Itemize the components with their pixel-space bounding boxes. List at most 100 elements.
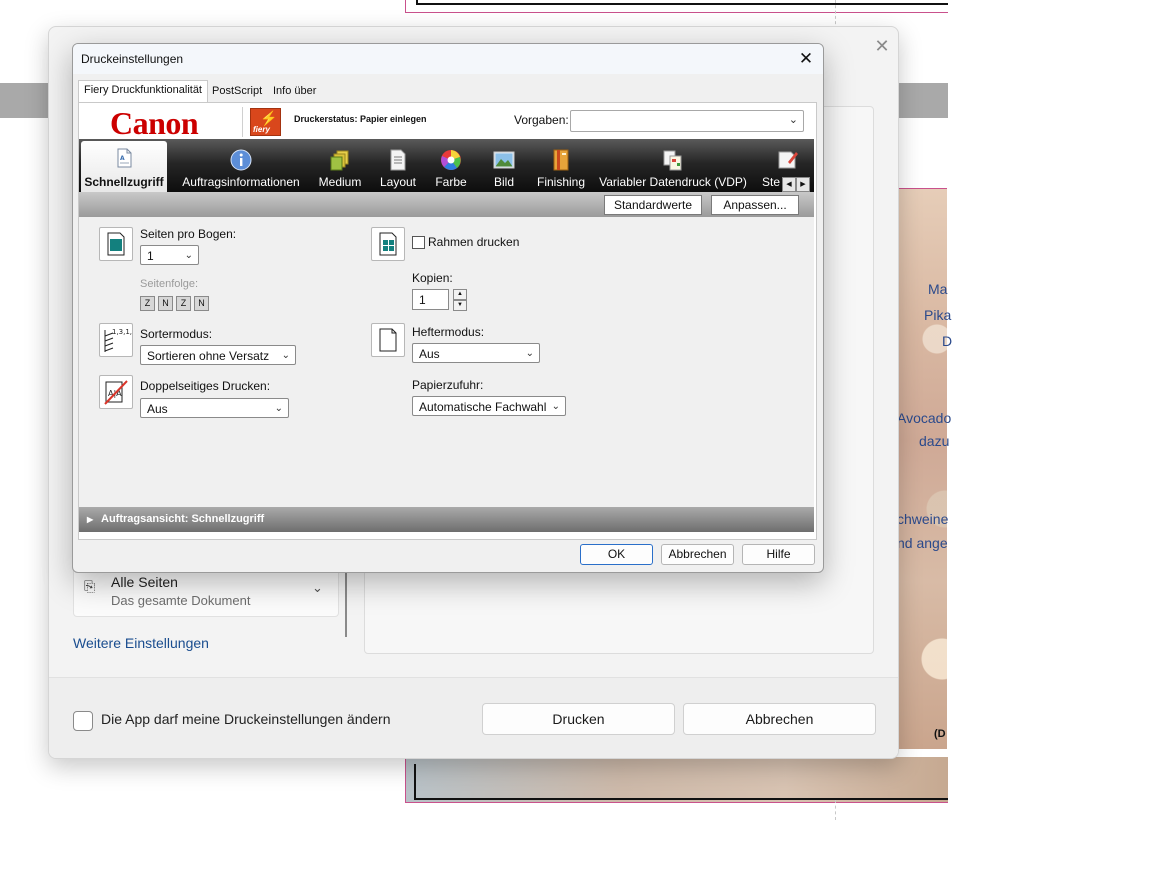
page-order-option[interactable]: Z [140, 296, 155, 311]
stamp-icon [778, 151, 798, 169]
chevron-down-icon: ⌄ [312, 580, 323, 595]
print-frame-icon [371, 227, 405, 261]
document-text: chweine [897, 511, 949, 527]
copies-decrement[interactable]: ▼ [453, 300, 467, 311]
print-frame-checkbox[interactable] [412, 236, 425, 249]
pages-icon: ⎘ [84, 578, 96, 594]
nav-media[interactable]: Medium [315, 139, 365, 192]
tab-panel: Canon ⚡ fiery Druckerstatus: Papier einl… [78, 102, 817, 540]
document-text: Pika [924, 307, 952, 323]
document-photo [897, 188, 947, 749]
vdp-icon [663, 150, 682, 171]
tab-postscript[interactable]: PostScript [207, 82, 267, 101]
document-text: Ma [928, 281, 948, 297]
tab-fiery[interactable]: Fiery Druckfunktionalität [78, 80, 208, 103]
close-button[interactable]: ✕ [793, 46, 819, 72]
page-order-option[interactable]: N [158, 296, 173, 311]
expand-arrow-icon: ▶ [87, 515, 94, 524]
duplex-label: Doppelseitiges Drucken: [140, 379, 271, 393]
document-text: D [942, 333, 953, 349]
stapler-label: Heftermodus: [412, 325, 485, 339]
nav-image[interactable]: Bild [482, 139, 526, 192]
paper-stack-icon [330, 150, 349, 171]
print-frame-label: Rahmen drucken [428, 235, 520, 249]
customize-button[interactable]: Anpassen... [711, 195, 799, 215]
page-order-option[interactable]: Z [176, 296, 191, 311]
chevron-down-icon: ⌄ [551, 401, 560, 412]
nav-finishing[interactable]: Finishing [531, 139, 591, 192]
stapler-icon [371, 323, 405, 357]
document-page-top [405, 0, 948, 13]
pages-per-sheet-label: Seiten pro Bogen: [140, 227, 237, 241]
pages-sublabel: Das gesamte Dokument [111, 593, 251, 608]
nav-color[interactable]: Farbe [429, 139, 473, 192]
guide-line [835, 800, 836, 820]
chevron-down-icon: ⌄ [788, 114, 798, 126]
nav-layout[interactable]: Layout [374, 139, 422, 192]
stapler-select[interactable]: Aus ⌄ [412, 343, 540, 363]
color-wheel-icon [441, 150, 461, 170]
image-icon [493, 151, 515, 169]
nav-label: Schnellzugriff [84, 175, 164, 189]
scroll-right-icon[interactable]: ▶ [796, 177, 810, 192]
sorter-icon-text: 1,3,1,3 [112, 328, 132, 336]
presets-select[interactable]: ⌄ [570, 110, 804, 132]
cancel-button[interactable]: Abbrechen [661, 544, 734, 565]
nav-quick-access[interactable]: A Schnellzugriff [81, 141, 167, 192]
paper-source-label: Papierzufuhr: [412, 378, 484, 392]
paper-source-select[interactable]: Automatische Fachwahl ⌄ [412, 396, 566, 416]
job-view-bar[interactable]: ▶ Auftragsansicht: Schnellzugriff [79, 507, 814, 532]
document-text: dazu [919, 433, 950, 449]
printer-settings-dialog: Druckeinstellungen ✕ Fiery Druckfunktion… [72, 43, 824, 573]
page-order-label: Seitenfolge: [140, 278, 199, 290]
cancel-button[interactable]: Abbrechen [683, 703, 876, 735]
pages-select[interactable]: ⎘ Alle Seiten Das gesamte Dokument ⌄ [73, 567, 339, 617]
ok-button[interactable]: OK [580, 544, 653, 565]
more-settings-link[interactable]: Weitere Einstellungen [73, 635, 209, 651]
info-icon [230, 149, 252, 171]
fiery-wordmark: fiery [253, 125, 270, 134]
sorter-label: Sortermodus: [140, 327, 213, 341]
tab-info[interactable]: Info über [268, 82, 321, 101]
nav-label: Variabler Datendruck (VDP) [599, 175, 747, 189]
pages-per-sheet-value: 1 [147, 249, 154, 263]
document-text: (D [934, 728, 946, 740]
pages-per-sheet-select[interactable]: 1 ⌄ [140, 245, 199, 265]
printer-status: Druckerstatus: Papier einlegen [294, 114, 427, 124]
nav-label: Bild [493, 175, 514, 189]
print-button[interactable]: Drucken [482, 703, 675, 735]
page-order-option[interactable]: N [194, 296, 209, 311]
divider [242, 107, 243, 137]
copies-increment[interactable]: ▲ [453, 289, 467, 300]
close-button[interactable]: ✕ [869, 33, 895, 59]
chevron-down-icon: ⌄ [525, 348, 534, 359]
defaults-button[interactable]: Standardwerte [604, 195, 702, 215]
title-bar: Druckeinstellungen ✕ [73, 44, 823, 74]
app-settings-label: Die App darf meine Druckeinstellungen än… [101, 711, 391, 727]
fiery-logo: ⚡ fiery [250, 108, 281, 136]
nav-job-info[interactable]: Auftragsinformationen [178, 139, 304, 192]
nav-label: Finishing [536, 175, 586, 189]
duplex-icon: A|A [99, 375, 133, 409]
copies-input[interactable]: 1 [412, 289, 449, 310]
chevron-down-icon: ⌄ [274, 403, 283, 414]
svg-text:A: A [120, 155, 125, 162]
chevron-down-icon: ⌄ [281, 350, 290, 361]
nav-label: Layout [379, 175, 417, 189]
app-settings-checkbox[interactable] [73, 711, 93, 731]
scroll-left-icon[interactable]: ◀ [782, 177, 796, 192]
document-text: nd ange [897, 535, 948, 551]
pages-per-sheet-icon [99, 227, 133, 261]
nav-vdp[interactable]: Variabler Datendruck (VDP) [599, 139, 747, 192]
duplex-select[interactable]: Aus ⌄ [140, 398, 289, 418]
paper-source-value: Automatische Fachwahl [419, 400, 547, 414]
document-page-bottom [405, 757, 948, 803]
document-text: Avocado [897, 410, 952, 426]
copies-label: Kopien: [412, 271, 453, 285]
sorter-select[interactable]: Sortieren ohne Versatz ⌄ [140, 345, 296, 365]
help-button[interactable]: Hilfe [742, 544, 815, 565]
sorter-value: Sortieren ohne Versatz [147, 349, 270, 363]
sorter-icon: 1,3,1,3 [99, 323, 137, 357]
chevron-down-icon: ⌄ [184, 250, 193, 261]
layout-icon [390, 149, 406, 171]
